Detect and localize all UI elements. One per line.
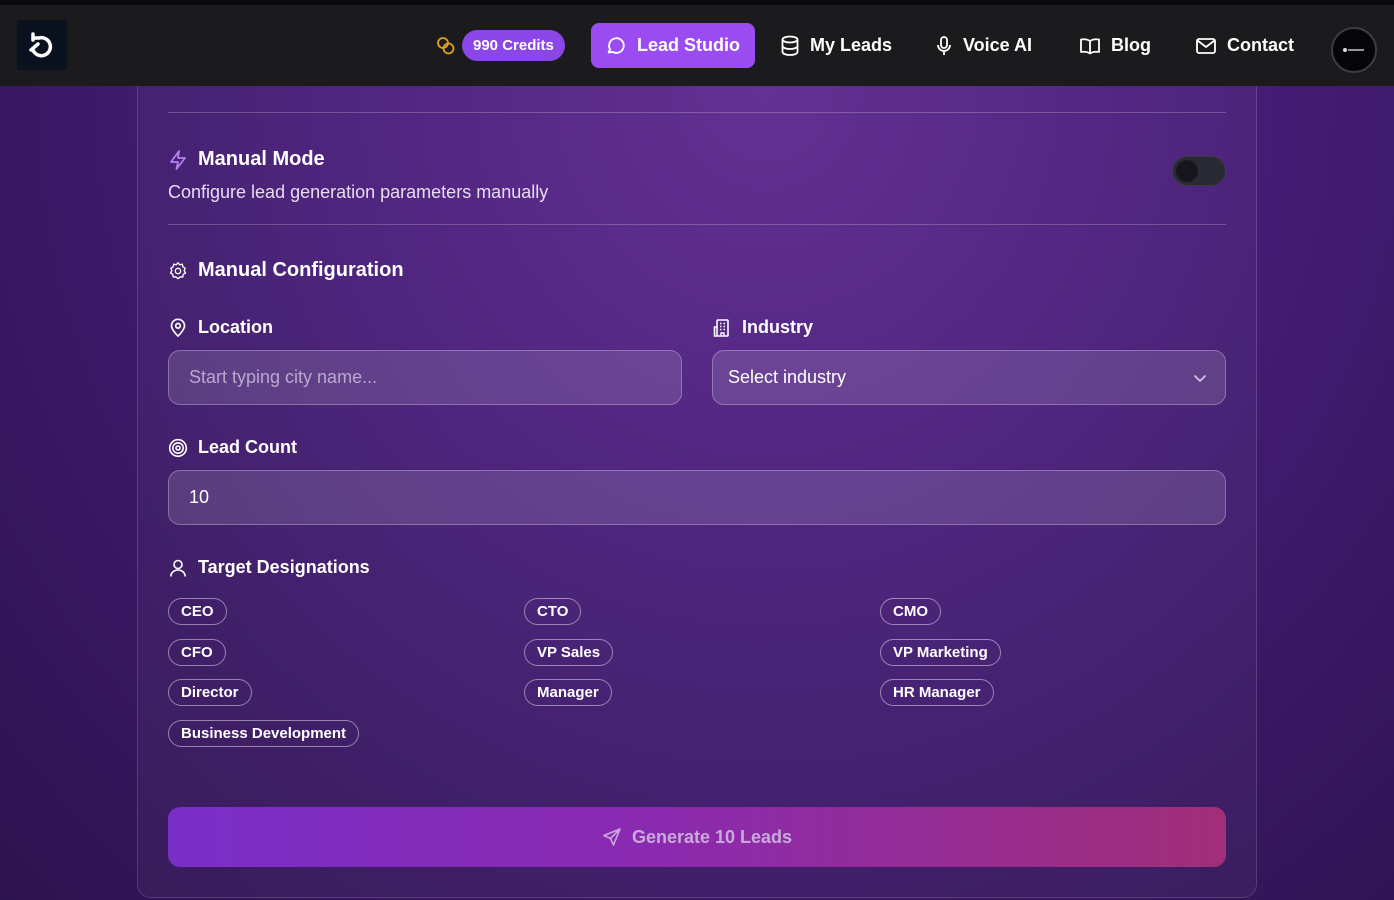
manual-config-title: Manual Configuration xyxy=(198,259,404,281)
credits-badge: 990 Credits xyxy=(462,30,565,61)
nav-blog[interactable]: Blog xyxy=(1065,23,1165,68)
manual-mode-toggle[interactable] xyxy=(1172,156,1226,186)
generate-leads-label: Generate 10 Leads xyxy=(631,826,793,847)
app-logo[interactable] xyxy=(17,20,67,70)
designations-label-text: Target Designations xyxy=(198,557,370,577)
send-icon xyxy=(603,828,621,846)
map-pin-icon xyxy=(170,317,186,337)
user-icon xyxy=(170,559,186,577)
generate-leads-button[interactable]: Generate 10 Leads xyxy=(168,807,1226,867)
location-label-text: Location xyxy=(198,317,273,337)
lead-count-field[interactable]: 10 xyxy=(168,470,1226,525)
location-field[interactable] xyxy=(168,350,682,405)
mail-icon xyxy=(1196,37,1216,54)
lead-count-label-text: Lead Count xyxy=(198,437,297,457)
industry-selected-value: Select industry xyxy=(728,367,847,387)
location-label: Location xyxy=(168,317,273,338)
chevron-down-icon xyxy=(1194,374,1206,382)
designation-chip-hr-manager[interactable]: HR Manager xyxy=(880,679,994,706)
designation-chip-ceo[interactable]: CEO xyxy=(168,598,227,625)
nav-contact[interactable]: Contact xyxy=(1181,23,1308,68)
divider xyxy=(168,224,1226,225)
avatar-logo-icon xyxy=(1343,48,1364,52)
user-avatar[interactable] xyxy=(1331,27,1377,73)
database-icon xyxy=(781,35,799,56)
coins-icon xyxy=(437,36,455,54)
microphone-icon xyxy=(937,35,951,55)
lead-count-label: Lead Count xyxy=(168,437,297,458)
designation-chip-vp-marketing[interactable]: VP Marketing xyxy=(880,639,1001,666)
nav-label: Blog xyxy=(1111,35,1151,55)
industry-label-text: Industry xyxy=(742,317,814,337)
top-navbar: 990 Credits Lead Studio My Leads Voice A… xyxy=(0,0,1394,86)
nav-label: Voice AI xyxy=(963,35,1033,55)
building-icon xyxy=(713,318,729,337)
designation-chip-cfo[interactable]: CFO xyxy=(168,639,226,666)
industry-label: Industry xyxy=(712,317,813,338)
industry-select[interactable]: Select industry xyxy=(712,350,1226,405)
location-input[interactable] xyxy=(189,367,661,388)
chat-bubble-icon xyxy=(607,36,625,54)
book-open-icon xyxy=(1080,37,1100,54)
manual-mode-title: Manual Mode xyxy=(198,148,325,170)
nav-label: My Leads xyxy=(810,35,893,55)
gear-icon xyxy=(169,261,187,279)
lead-count-value[interactable]: 10 xyxy=(189,487,209,508)
nav-my-leads[interactable]: My Leads xyxy=(766,23,906,68)
manual-mode-description: Configure lead generation parameters man… xyxy=(168,182,549,202)
nav-lead-studio[interactable]: Lead Studio xyxy=(591,23,755,68)
designation-chip-cto[interactable]: CTO xyxy=(524,598,582,625)
manual-config-header: Manual Configuration xyxy=(168,259,404,282)
nav-label: Lead Studio xyxy=(637,35,740,55)
divider xyxy=(168,112,1226,113)
nav-voice-ai[interactable]: Voice AI xyxy=(921,23,1046,68)
nav-label: Contact xyxy=(1227,35,1294,55)
designation-chip-cmo[interactable]: CMO xyxy=(880,598,941,625)
logo-icon xyxy=(29,32,53,58)
designation-chip-business-development[interactable]: Business Development xyxy=(168,720,360,747)
lightning-icon xyxy=(170,149,186,170)
designation-chip-vp-sales[interactable]: VP Sales xyxy=(524,639,614,666)
lead-studio-card: Manual Mode Configure lead generation pa… xyxy=(137,86,1257,898)
credits-indicator[interactable]: 990 Credits xyxy=(436,30,565,61)
designation-chip-manager[interactable]: Manager xyxy=(524,679,612,706)
designations-label: Target Designations xyxy=(168,557,370,578)
designation-chip-director[interactable]: Director xyxy=(168,679,252,706)
manual-mode-header: Manual Mode xyxy=(168,148,325,171)
target-icon xyxy=(168,438,188,457)
toggle-knob xyxy=(1176,160,1198,182)
